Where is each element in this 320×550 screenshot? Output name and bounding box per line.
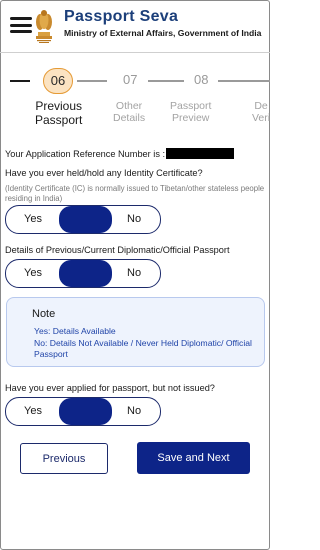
step-09-label: De Veri bbox=[252, 100, 270, 124]
diplomatic-passport-question: Details of Previous/Current Diplomatic/O… bbox=[5, 245, 230, 255]
save-and-next-button[interactable]: Save and Next bbox=[137, 442, 250, 474]
toggle-no-option[interactable]: No bbox=[127, 405, 141, 417]
step-connector bbox=[148, 80, 184, 82]
toggle-yes-option[interactable]: Yes bbox=[24, 405, 42, 417]
app-title: Passport Seva bbox=[64, 8, 179, 25]
note-yes-text: Yes: Details Available bbox=[34, 326, 116, 336]
toggle-knob[interactable] bbox=[59, 205, 112, 233]
diplomatic-passport-toggle[interactable]: Yes No bbox=[5, 259, 161, 288]
identity-certificate-question: Have you ever held/hold any Identity Cer… bbox=[5, 168, 203, 178]
reference-number-label: Your Application Reference Number is : bbox=[5, 149, 166, 159]
step-07-number: 07 bbox=[123, 72, 138, 87]
step-06-label: Previous Passport bbox=[35, 99, 83, 127]
step-08-label: Passport Preview bbox=[170, 100, 212, 124]
toggle-knob[interactable] bbox=[59, 397, 112, 425]
identity-certificate-hint: (Identity Certificate (IC) is normally i… bbox=[5, 184, 265, 203]
app-subtitle: Ministry of External Affairs, Government… bbox=[64, 28, 262, 38]
step-06-indicator: 06 bbox=[43, 68, 73, 94]
note-box: Note Yes: Details Available No: Details … bbox=[6, 297, 265, 367]
progress-stepper: 06 07 08 Previous Passport Other Details… bbox=[0, 60, 270, 130]
toggle-yes-option[interactable]: Yes bbox=[24, 267, 42, 279]
step-07-label: Other Details bbox=[113, 100, 146, 124]
header-divider bbox=[0, 52, 270, 53]
step-08-number: 08 bbox=[194, 72, 209, 87]
step-connector bbox=[77, 80, 107, 82]
national-emblem-logo bbox=[36, 10, 52, 43]
applied-not-issued-toggle[interactable]: Yes No bbox=[5, 397, 161, 426]
identity-certificate-toggle[interactable]: Yes No bbox=[5, 205, 161, 234]
note-no-text: No: Details Not Available / Never Held D… bbox=[34, 338, 252, 359]
app-header: Passport Seva Ministry of External Affai… bbox=[0, 0, 270, 52]
applied-not-issued-question: Have you ever applied for passport, but … bbox=[5, 383, 215, 393]
hamburger-menu-icon[interactable] bbox=[10, 17, 32, 33]
toggle-no-option[interactable]: No bbox=[127, 267, 141, 279]
previous-button[interactable]: Previous bbox=[20, 443, 108, 474]
step-connector bbox=[10, 80, 30, 82]
toggle-yes-option[interactable]: Yes bbox=[24, 213, 42, 225]
step-connector bbox=[218, 80, 270, 82]
note-title: Note bbox=[32, 308, 56, 320]
toggle-knob[interactable] bbox=[59, 259, 112, 287]
reference-number-redacted bbox=[166, 148, 234, 159]
toggle-no-option[interactable]: No bbox=[127, 213, 141, 225]
